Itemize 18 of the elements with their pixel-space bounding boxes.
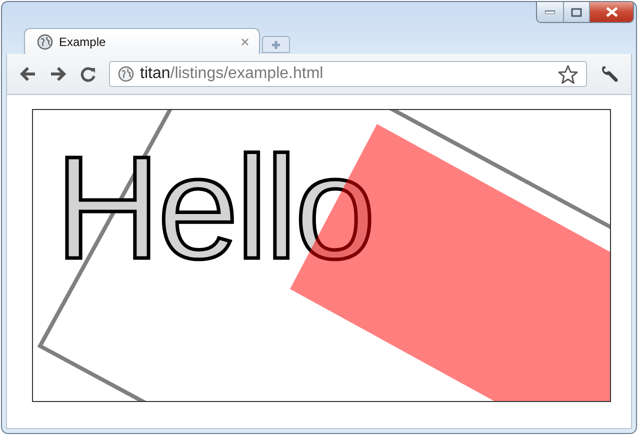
browser-tab[interactable]: Example bbox=[24, 28, 260, 54]
back-arrow-icon bbox=[19, 66, 37, 82]
globe-icon bbox=[37, 34, 53, 50]
minimize-icon bbox=[545, 10, 555, 14]
close-button[interactable] bbox=[589, 2, 633, 22]
reload-icon bbox=[80, 66, 96, 82]
url-text: titan/listings/example.html bbox=[140, 65, 324, 83]
close-tab-icon[interactable] bbox=[241, 38, 249, 46]
maximize-icon bbox=[571, 8, 582, 16]
globe-icon bbox=[118, 66, 134, 82]
plus-icon bbox=[271, 40, 281, 50]
forward-arrow-icon bbox=[49, 66, 67, 82]
maximize-button[interactable] bbox=[563, 2, 589, 22]
address-bar[interactable]: titan/listings/example.html bbox=[109, 61, 587, 87]
minimize-button[interactable] bbox=[537, 2, 563, 22]
star-icon[interactable] bbox=[558, 64, 578, 84]
close-icon bbox=[606, 7, 618, 17]
tab-title: Example bbox=[59, 34, 107, 48]
